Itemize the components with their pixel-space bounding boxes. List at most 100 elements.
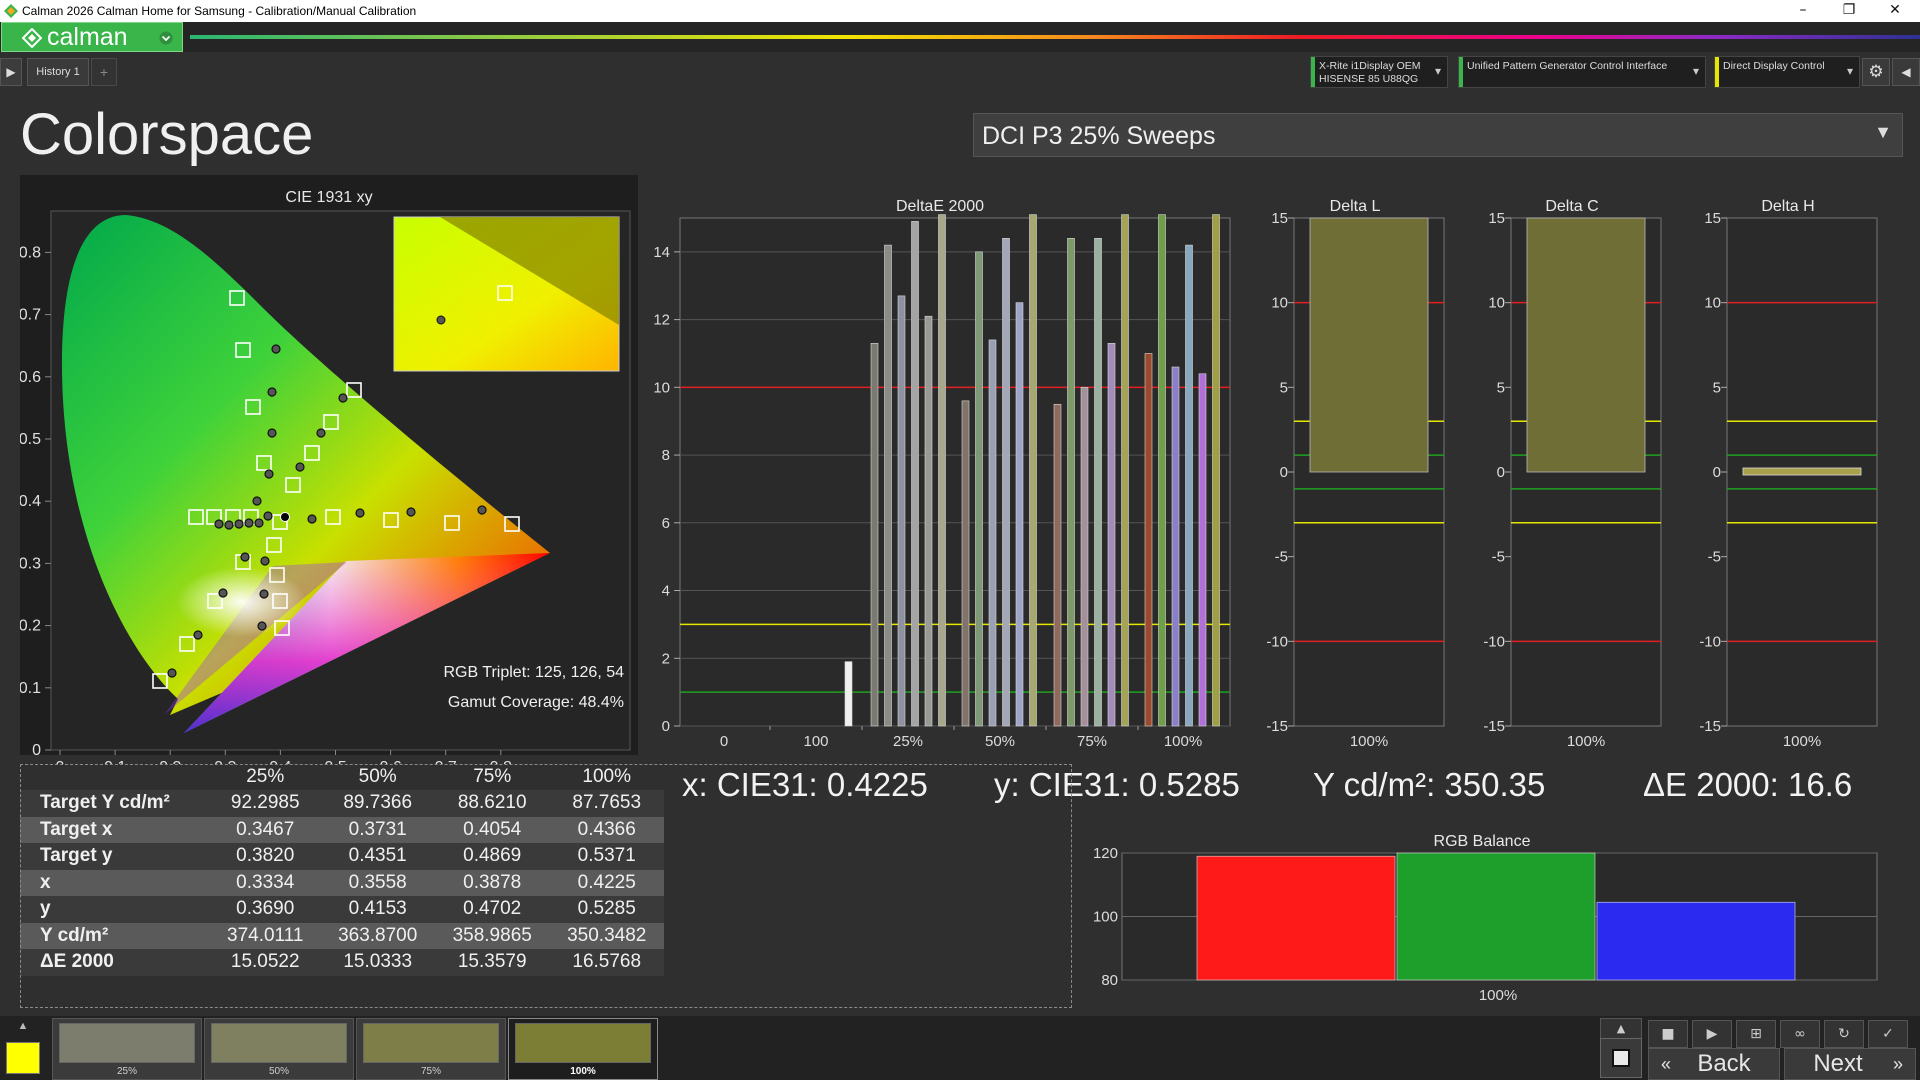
progress-rainbow-bar xyxy=(190,35,1920,39)
table-cell: 363.8700 xyxy=(320,922,435,949)
table-cell: 16.5768 xyxy=(549,949,664,976)
display-control-selector[interactable]: Direct Display Control ▾ xyxy=(1714,56,1860,88)
settings-gear-icon[interactable]: ⚙ xyxy=(1862,58,1890,86)
stop-icon[interactable]: ■ xyxy=(1648,1020,1688,1048)
deltae-bar xyxy=(1094,238,1102,727)
patch-scroll-up-button[interactable]: ▲ xyxy=(12,1020,34,1036)
y-tick-label: 0 xyxy=(1713,464,1721,481)
delta-bar xyxy=(1309,217,1429,473)
chevron-down-icon: ▼ xyxy=(1874,122,1892,142)
deltae-bar xyxy=(924,315,933,727)
back-arrow-icon: « xyxy=(1661,1054,1672,1074)
chevron-down-icon: ▾ xyxy=(1434,64,1441,78)
table-row: Target x 0.3467 0.3731 0.4054 0.4366 xyxy=(20,816,664,843)
chart-title: Delta L xyxy=(1330,198,1381,215)
x-tick-label: 100% xyxy=(1567,733,1605,750)
x-readout: x: CIE31: 0.4225 xyxy=(682,766,928,803)
device-subname: HISENSE 85 U88QG xyxy=(1319,73,1419,85)
check-icon[interactable]: ✓ xyxy=(1868,1020,1908,1048)
patch-swatch xyxy=(211,1023,347,1063)
y-tick-label: 5 xyxy=(1280,379,1288,396)
brand-name: calman xyxy=(47,23,128,51)
patch-button[interactable]: 100% xyxy=(508,1018,658,1080)
table-cell: 15.3579 xyxy=(434,949,550,976)
patch-button[interactable]: 25% xyxy=(52,1018,202,1080)
table-cell: 0.5371 xyxy=(549,843,664,870)
maximize-button[interactable]: ❐ xyxy=(1826,0,1872,22)
deltae-bar xyxy=(1158,214,1166,727)
next-button-label: Next xyxy=(1813,1050,1863,1077)
deltae-bar xyxy=(897,295,906,727)
y-tick-label: -5 xyxy=(1275,549,1288,566)
next-button[interactable]: Next » xyxy=(1784,1048,1916,1080)
x-tick-label: 100% xyxy=(1783,733,1821,750)
calman-menu-button[interactable]: calman xyxy=(1,22,183,52)
pattern-generator-selector[interactable]: Unified Pattern Generator Control Interf… xyxy=(1458,56,1706,88)
tab-history-1[interactable]: History 1 xyxy=(27,58,89,86)
table-header-cell xyxy=(20,764,210,790)
add-tab-button[interactable]: + xyxy=(91,58,117,86)
delta-bar xyxy=(1742,467,1862,476)
page-title: Colorspace xyxy=(20,102,314,167)
patch-button[interactable]: 75% xyxy=(356,1018,506,1080)
x-tick-label: 25% xyxy=(893,733,923,750)
chart-title: Delta H xyxy=(1761,198,1814,215)
deltae-bar xyxy=(1198,373,1207,727)
play-icon[interactable]: ▶ xyxy=(1692,1020,1732,1048)
loop-icon[interactable]: ∞ xyxy=(1780,1020,1820,1048)
table-row: y 0.3690 0.4153 0.4702 0.5285 xyxy=(20,896,664,923)
table-cell: 0.4153 xyxy=(320,896,435,923)
table-cell: 0.3731 xyxy=(320,816,435,843)
patch-up-button[interactable]: ▲ xyxy=(1600,1018,1642,1040)
refresh-icon[interactable]: ↻ xyxy=(1824,1020,1864,1048)
deltae-bar xyxy=(961,400,970,727)
cie-y-tick-label: 0 xyxy=(32,742,41,759)
patch-button[interactable]: 50% xyxy=(204,1018,354,1080)
table-cell: 374.0111 xyxy=(210,922,321,949)
deltae-bar xyxy=(1002,238,1010,727)
save-icon[interactable]: ⊞ xyxy=(1736,1020,1776,1048)
table-row-label: Target Y cd/m² xyxy=(20,790,210,817)
table-cell: 0.3878 xyxy=(434,869,550,896)
y-tick-label: -10 xyxy=(1699,633,1721,650)
table-cell: 15.0522 xyxy=(210,949,321,976)
y-tick-label: 10 xyxy=(1704,295,1721,312)
deltae-bar xyxy=(911,221,919,727)
table-header-cell: 50% xyxy=(320,764,435,790)
cie-y-tick-label: 0.5 xyxy=(20,431,41,448)
deltae-bar xyxy=(1144,353,1153,727)
table-row-label: Target x xyxy=(20,816,210,843)
meter-device-selector[interactable]: X-Rite i1Display OEM HISENSE 85 U88QG ▾ xyxy=(1310,56,1448,88)
close-button[interactable]: ✕ xyxy=(1872,0,1918,22)
x-tick-label: 100% xyxy=(1479,987,1517,1004)
table-row: Y cd/m² 374.0111 363.8700 358.9865 350.3482 xyxy=(20,922,664,949)
deltae-bar xyxy=(870,343,879,727)
current-color-swatch xyxy=(6,1042,40,1074)
y-tick-label: 15 xyxy=(1488,210,1505,227)
y-tick-label: 100 xyxy=(1093,909,1118,926)
y-tick-label: 0 xyxy=(662,718,670,735)
rgb-balance-bar xyxy=(1396,852,1596,981)
y-tick-label: 2 xyxy=(662,650,670,667)
back-button[interactable]: « Back xyxy=(1648,1048,1780,1080)
cie-y-tick-label: 0.2 xyxy=(20,618,41,635)
minimize-button[interactable]: – xyxy=(1780,0,1826,22)
table-row-label: y xyxy=(20,896,210,923)
gamut-coverage-label: Gamut Coverage: 48.4% xyxy=(447,694,624,711)
collapse-panel-button[interactable]: ◀ xyxy=(1892,58,1920,86)
table-row-label: x xyxy=(20,869,210,896)
x-tick-label: 100% xyxy=(1164,733,1202,750)
stop-icon xyxy=(1612,1049,1630,1067)
chart-title: DeltaE 2000 xyxy=(896,198,984,215)
play-history-button[interactable]: ▶ xyxy=(0,58,22,86)
back-button-label: Back xyxy=(1697,1050,1751,1077)
stop-measure-button[interactable] xyxy=(1600,1038,1642,1078)
table-cell: 0.3558 xyxy=(320,869,435,896)
x-tick-label: 50% xyxy=(985,733,1015,750)
device-name: Unified Pattern Generator Control Interf… xyxy=(1467,60,1668,72)
workflow-dropdown[interactable]: DCI P3 25% Sweeps ▼ xyxy=(973,113,1903,157)
y-tick-label: -5 xyxy=(1708,549,1721,566)
rgb-balance-bar xyxy=(1596,901,1796,981)
rgb-balance-bar xyxy=(1196,855,1396,981)
deltae-2000-chart: DeltaE 2000 0 2 4 6 8 10 12 14 0 100 25% 50% 75% 100% xyxy=(653,198,1231,750)
